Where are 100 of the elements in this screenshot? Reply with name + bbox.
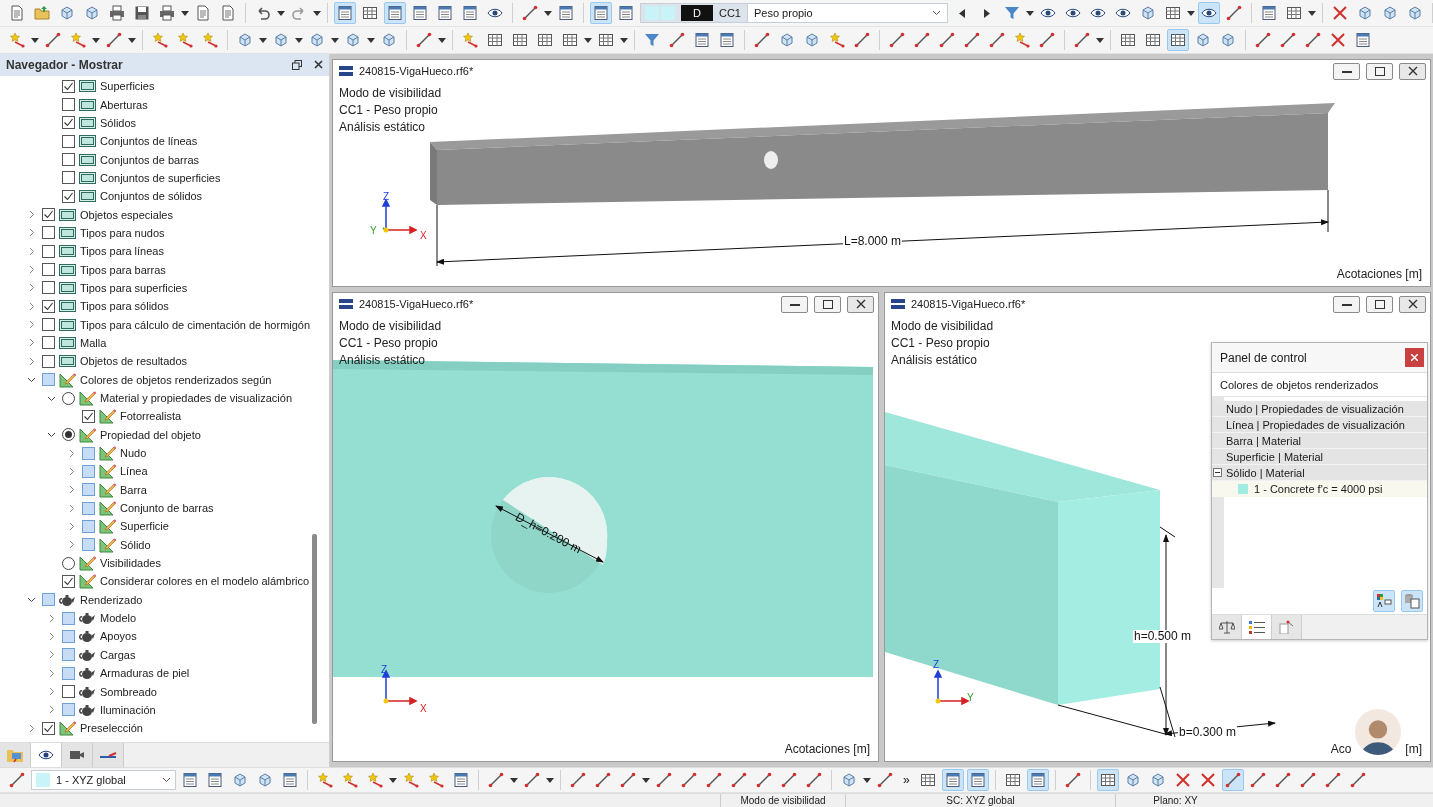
checkbox[interactable] (42, 244, 55, 258)
checkbox[interactable] (42, 299, 55, 313)
coordinate-system-selector[interactable]: 1 - XYZ global (31, 770, 176, 790)
toolbar-button[interactable] (1373, 590, 1395, 612)
checkbox[interactable] (42, 593, 55, 607)
minimize-button[interactable] (781, 295, 808, 313)
tree-item-label[interactable]: Superficies (100, 80, 155, 93)
collapse-icon[interactable] (1213, 468, 1222, 477)
tree-item-label[interactable]: Sólidos (100, 116, 137, 129)
chevron-down-icon[interactable] (26, 595, 36, 605)
checkbox[interactable] (62, 134, 75, 148)
checkbox[interactable] (82, 483, 95, 497)
caret-icon[interactable] (331, 37, 339, 43)
caret-icon[interactable] (1025, 10, 1034, 16)
close-button[interactable] (847, 295, 874, 313)
tree-item-label[interactable]: Conjuntos de sólidos (100, 190, 203, 203)
tree-item-label[interactable]: Material y propiedades de visualización (100, 392, 292, 404)
maximize-button[interactable] (1366, 62, 1393, 80)
checkbox[interactable] (42, 721, 55, 735)
tree-item-label[interactable]: Apoyos (100, 630, 137, 643)
checkbox[interactable] (62, 611, 75, 625)
checkbox[interactable] (62, 189, 75, 203)
toolbar-button[interactable] (384, 2, 406, 24)
caret-icon[interactable] (584, 37, 592, 43)
caret-icon[interactable] (863, 777, 871, 783)
scrollbar-thumb[interactable] (312, 534, 317, 724)
toolbar-button[interactable] (334, 2, 356, 24)
toolbar-button[interactable] (1096, 769, 1119, 791)
checkbox[interactable] (62, 171, 75, 185)
maximize-button[interactable] (1366, 295, 1393, 313)
tree-item-label[interactable]: Conjuntos de superficies (100, 171, 221, 184)
tree-item-label[interactable]: Malla (80, 337, 107, 349)
caret-icon[interactable] (313, 10, 321, 16)
caret-icon[interactable] (1307, 10, 1316, 16)
overflow-chevron[interactable]: » (899, 773, 914, 787)
toolbar-button[interactable] (590, 2, 612, 24)
caret-icon[interactable] (92, 37, 100, 43)
checkbox[interactable] (62, 648, 75, 662)
caret-icon[interactable] (31, 37, 39, 43)
legend-group[interactable]: Superficie | Material (1212, 449, 1427, 465)
radio-button[interactable] (62, 428, 75, 442)
tree-item-label[interactable]: Preselección (80, 722, 143, 735)
tree-item-label[interactable]: Fotorrealista (120, 410, 182, 423)
checkbox[interactable] (82, 519, 95, 533)
tree-item-label[interactable]: Tipos para líneas (80, 245, 164, 258)
checkbox[interactable] (42, 318, 55, 332)
tree-item-label[interactable]: Superficie (120, 520, 169, 533)
checkbox[interactable] (82, 501, 95, 515)
checkbox[interactable] (42, 208, 55, 222)
tree-item-label[interactable]: Considerar colores en el modelo alámbrico (100, 575, 310, 588)
caret-icon[interactable] (510, 777, 518, 783)
checkbox[interactable] (42, 281, 55, 295)
caret-icon[interactable] (544, 10, 552, 16)
caret-icon[interactable] (546, 777, 554, 783)
tree-item-label[interactable]: Tipos para cálculo de cimentación de hormigón (80, 318, 311, 331)
radio-button[interactable] (62, 391, 75, 405)
toolbar-button[interactable] (941, 769, 964, 791)
tree-item-label[interactable]: Aberturas (100, 98, 148, 111)
tree-item-label[interactable]: Sólido (120, 538, 151, 551)
panel-tab[interactable] (1212, 615, 1242, 639)
legend-group[interactable]: Línea | Propiedades de visualización (1212, 417, 1427, 433)
checkbox[interactable] (42, 354, 55, 368)
tree-item-label[interactable]: Tipos para nudos (80, 226, 165, 239)
panel-tab[interactable] (1242, 615, 1272, 639)
toolbar-button[interactable] (1026, 769, 1049, 791)
tree-item-label[interactable]: Visibilidades (100, 557, 161, 570)
tree-item-label[interactable]: Propiedad del objeto (100, 428, 201, 441)
caret-icon[interactable] (1096, 37, 1104, 43)
tree-item-label[interactable]: Tipos para superficies (80, 281, 188, 294)
checkbox[interactable] (42, 263, 55, 277)
chevron-down-icon[interactable] (46, 430, 56, 440)
navigator-tab[interactable] (62, 743, 93, 767)
tree-item-label[interactable]: Nudo (120, 447, 147, 460)
close-button[interactable] (1399, 62, 1426, 80)
tree-item-label[interactable]: Modelo (100, 612, 137, 625)
checkbox[interactable] (62, 79, 75, 93)
checkbox[interactable] (82, 409, 95, 423)
caret-icon[interactable] (642, 777, 650, 783)
checkbox[interactable] (42, 336, 55, 350)
checkbox[interactable] (42, 226, 55, 240)
caret-icon[interactable] (128, 37, 136, 43)
maximize-button[interactable] (814, 295, 841, 313)
caret-icon[interactable] (367, 37, 375, 43)
caret-icon[interactable] (1186, 10, 1195, 16)
tree-item-label[interactable]: Colores de objetos renderizados según (80, 373, 272, 386)
tree-item-label[interactable]: Sombreado (100, 685, 157, 698)
toolbar-button[interactable] (1197, 2, 1220, 24)
legend-group[interactable]: Sólido | Material (1212, 465, 1427, 481)
tree-item-label[interactable]: Renderizado (80, 593, 143, 606)
checkbox[interactable] (62, 153, 75, 167)
tree-item-label[interactable]: Armaduras de piel (100, 667, 190, 680)
caret-icon[interactable] (259, 37, 267, 43)
navigator-tab[interactable] (31, 743, 62, 767)
caret-icon[interactable] (389, 777, 397, 783)
tree-item-label[interactable]: Barra (120, 483, 147, 496)
minimize-button[interactable] (1333, 62, 1360, 80)
close-icon[interactable] (314, 60, 323, 69)
checkbox[interactable] (82, 538, 95, 552)
close-button[interactable] (1399, 295, 1426, 313)
caret-icon[interactable] (438, 37, 446, 43)
